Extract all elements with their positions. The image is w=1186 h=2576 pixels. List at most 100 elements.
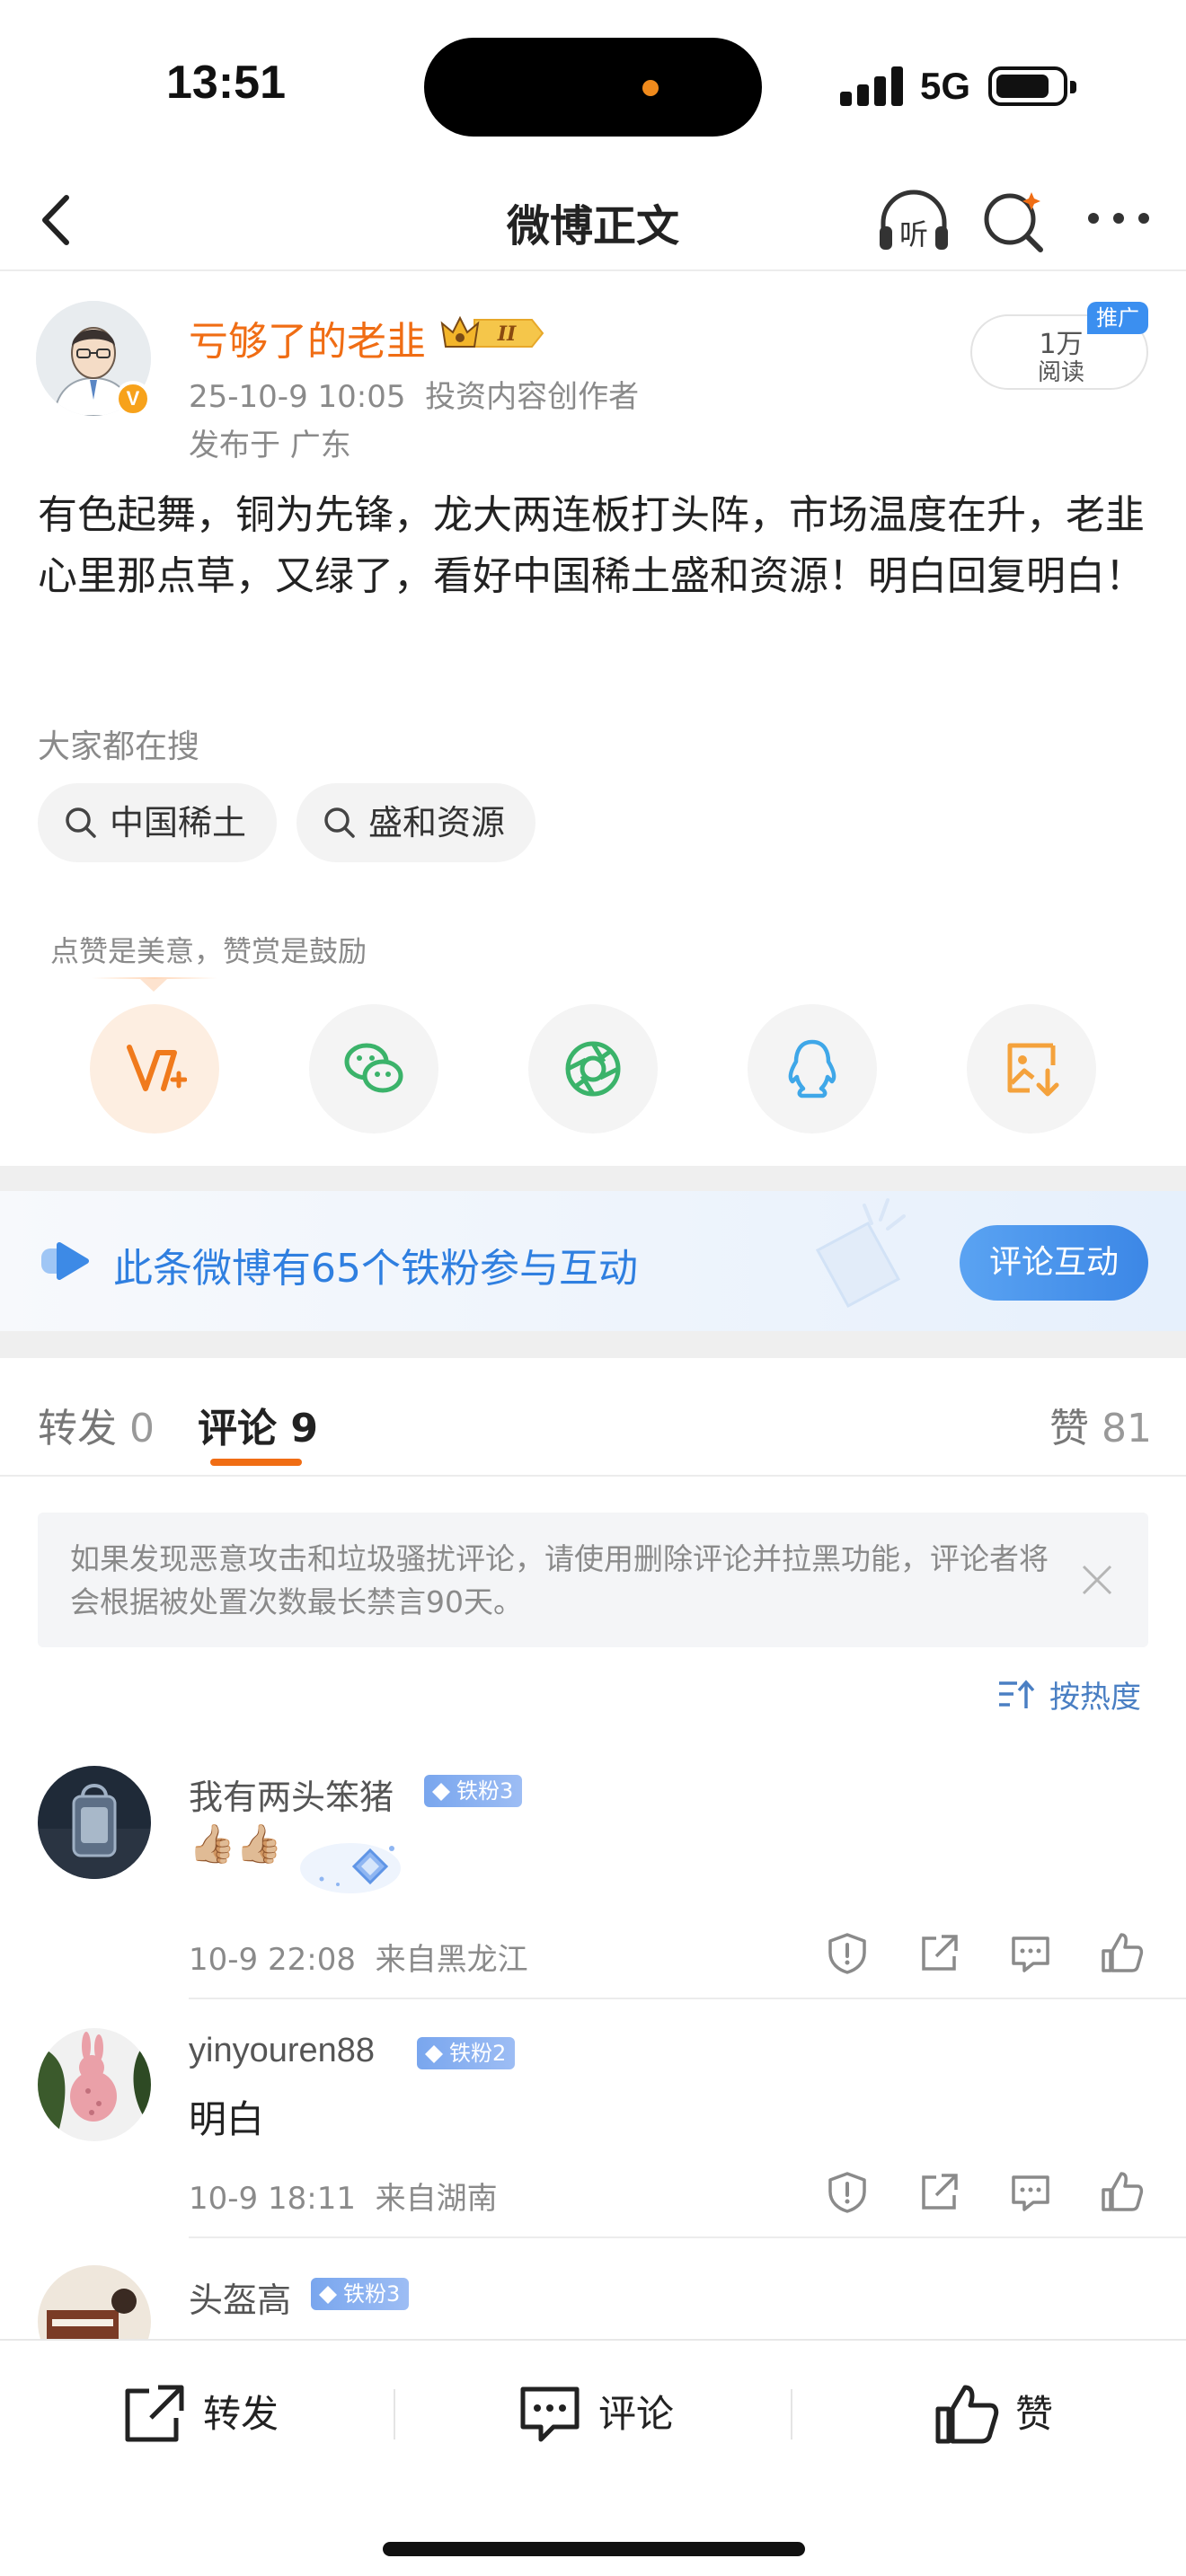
like-icon <box>935 2385 999 2444</box>
diamond-sticker-icon <box>300 1843 401 1893</box>
hot-search-chip-1[interactable]: 中国稀土 <box>38 783 278 862</box>
comment-body: 👍🏼👍🏼 <box>189 1822 283 1866</box>
badge-label: 铁粉3 <box>343 2281 401 2307</box>
interaction-tabs: 转发 0 评论 9 赞 81 <box>0 1358 1186 1477</box>
reply-icon[interactable] <box>1008 1931 1053 1976</box>
commenter-avatar[interactable] <box>38 2028 151 2141</box>
tab-count: 9 <box>290 1406 318 1451</box>
member-crown-icon[interactable]: II <box>438 311 546 356</box>
reads-label: 阅读 <box>1037 359 1084 386</box>
commenter-name[interactable]: yinyouren88 <box>189 2032 375 2070</box>
comment-interact-button[interactable]: 评论互动 <box>960 1225 1148 1301</box>
comment-icon <box>520 2386 580 2442</box>
fans-interaction-banner[interactable]: 此条微博有65个铁粉参与互动 评论互动 <box>0 1191 1186 1331</box>
post-meta: 25-10-9 10:05 投资内容创作者 <box>189 372 639 416</box>
commenter-name[interactable]: 我有两头笨猪 <box>189 1769 394 1819</box>
banner-decoration-icon <box>815 1198 906 1309</box>
comment-date: 10-9 22:08 <box>189 1942 356 1978</box>
active-tab-indicator <box>210 1459 302 1466</box>
tab-count: 81 <box>1102 1406 1152 1451</box>
listen-icon[interactable]: 听 <box>876 187 951 255</box>
battery-icon <box>988 66 1076 106</box>
comment-time: 10-9 18:11 来自湖南 <box>189 2174 498 2218</box>
diamond-icon <box>425 2045 443 2063</box>
badge-label: 铁粉2 <box>449 2041 507 2066</box>
network-type: 5G <box>920 65 971 107</box>
comment-separator <box>189 2236 1186 2238</box>
fan-level-badge[interactable]: 铁粉3 <box>311 2278 410 2310</box>
commenter-avatar[interactable] <box>38 1766 151 1879</box>
verified-badge-icon: V <box>115 381 151 417</box>
report-icon[interactable] <box>825 1931 870 1976</box>
close-icon[interactable] <box>1080 1563 1114 1597</box>
moments-icon <box>565 1041 621 1097</box>
notice-text: 如果发现恶意攻击和垃圾骚扰评论，请使用删除评论并拉黑功能，评论者将会根据被处置次… <box>70 1541 1049 1619</box>
sort-by-hot-button[interactable]: 按热度 <box>999 1672 1141 1716</box>
tab-like[interactable]: 赞 81 <box>1049 1396 1152 1453</box>
post-content: 有色起舞，铜为先锋，龙大两连板打头阵，市场温度在升，老韭心里那点草，又绿了，看好… <box>38 492 1145 599</box>
like-icon[interactable] <box>1100 1931 1145 1976</box>
report-icon[interactable] <box>825 2170 870 2215</box>
promo-badge[interactable]: 推广 <box>1087 302 1148 334</box>
signal-icon <box>840 66 903 106</box>
author-name[interactable]: 亏够了的老韭 <box>189 309 426 366</box>
tab-repost[interactable]: 转发 0 <box>38 1396 155 1453</box>
comment-time: 10-9 22:08 来自黑龙江 <box>189 1935 528 1979</box>
status-time: 13:51 <box>166 57 286 109</box>
comment-button[interactable]: 评论 <box>518 2378 697 2450</box>
post-time: 25-10-9 10:05 <box>189 379 406 415</box>
sort-label: 按热度 <box>1049 1680 1141 1716</box>
more-icon[interactable] <box>1083 205 1155 232</box>
bar-divider <box>394 2389 395 2439</box>
bar-divider <box>791 2389 792 2439</box>
dynamic-island <box>424 38 762 137</box>
author-title: 投资内容创作者 <box>425 379 640 415</box>
like-icon[interactable] <box>1100 2170 1145 2215</box>
share-icon[interactable] <box>916 1931 961 1976</box>
like-label: 赞 <box>1015 2392 1054 2436</box>
reply-icon[interactable] <box>1008 2170 1053 2215</box>
comment-label: 评论 <box>598 2392 675 2436</box>
comment-separator <box>189 1998 1186 1999</box>
save-image-icon <box>1007 1043 1059 1097</box>
like-button[interactable]: 赞 <box>934 2378 1114 2450</box>
comment-location: 来自湖南 <box>375 2181 498 2217</box>
status-bar: 13:51 5G <box>0 0 1186 171</box>
chip-label: 盛和资源 <box>368 803 506 842</box>
search-icon[interactable] <box>979 187 1048 255</box>
save-image-button[interactable] <box>967 1004 1096 1134</box>
tip-arrow-icon <box>140 979 167 992</box>
repost-icon <box>125 2385 184 2442</box>
home-indicator <box>383 2542 805 2556</box>
bottom-action-bar: 转发 评论 赞 <box>0 2339 1186 2576</box>
fan-level-badge[interactable]: 铁粉3 <box>424 1775 523 1807</box>
share-wechat-button[interactable] <box>309 1004 438 1134</box>
diamond-icon <box>432 1783 450 1801</box>
chip-label: 中国稀土 <box>110 803 247 842</box>
tab-label: 评论 <box>198 1406 277 1451</box>
reward-tip: 点赞是美意，赞赏是鼓励 <box>50 934 367 968</box>
hot-search-label: 大家都在搜 <box>38 728 200 765</box>
hot-search-chip-2[interactable]: 盛和资源 <box>296 783 536 862</box>
section-divider <box>0 1331 1186 1358</box>
repost-button[interactable]: 转发 <box>122 2378 302 2450</box>
comment-policy-notice: 如果发现恶意攻击和垃圾骚扰评论，请使用删除评论并拉黑功能，评论者将会根据被处置次… <box>38 1513 1148 1647</box>
comment-location: 来自黑龙江 <box>375 1942 528 1978</box>
badge-label: 铁粉3 <box>456 1778 514 1804</box>
search-icon <box>66 807 96 838</box>
tab-label: 转发 <box>38 1406 117 1451</box>
tab-label: 赞 <box>1049 1406 1089 1451</box>
search-icon <box>324 807 355 838</box>
fans-icon <box>41 1242 89 1280</box>
share-moments-button[interactable] <box>528 1004 658 1134</box>
comment-body: 明白 <box>189 2097 265 2141</box>
share-icon[interactable] <box>916 2170 961 2215</box>
nav-bar: 微博正文 听 <box>0 171 1186 271</box>
repost-label: 转发 <box>203 2392 279 2436</box>
share-qq-button[interactable] <box>748 1004 877 1134</box>
share-weibo-reward-button[interactable] <box>90 1004 219 1134</box>
fan-level-badge[interactable]: 铁粉2 <box>417 2037 516 2069</box>
tab-comment[interactable]: 评论 9 <box>198 1396 318 1453</box>
commenter-name[interactable]: 头盔高 <box>189 2272 291 2322</box>
svg-text:听: 听 <box>899 217 928 251</box>
